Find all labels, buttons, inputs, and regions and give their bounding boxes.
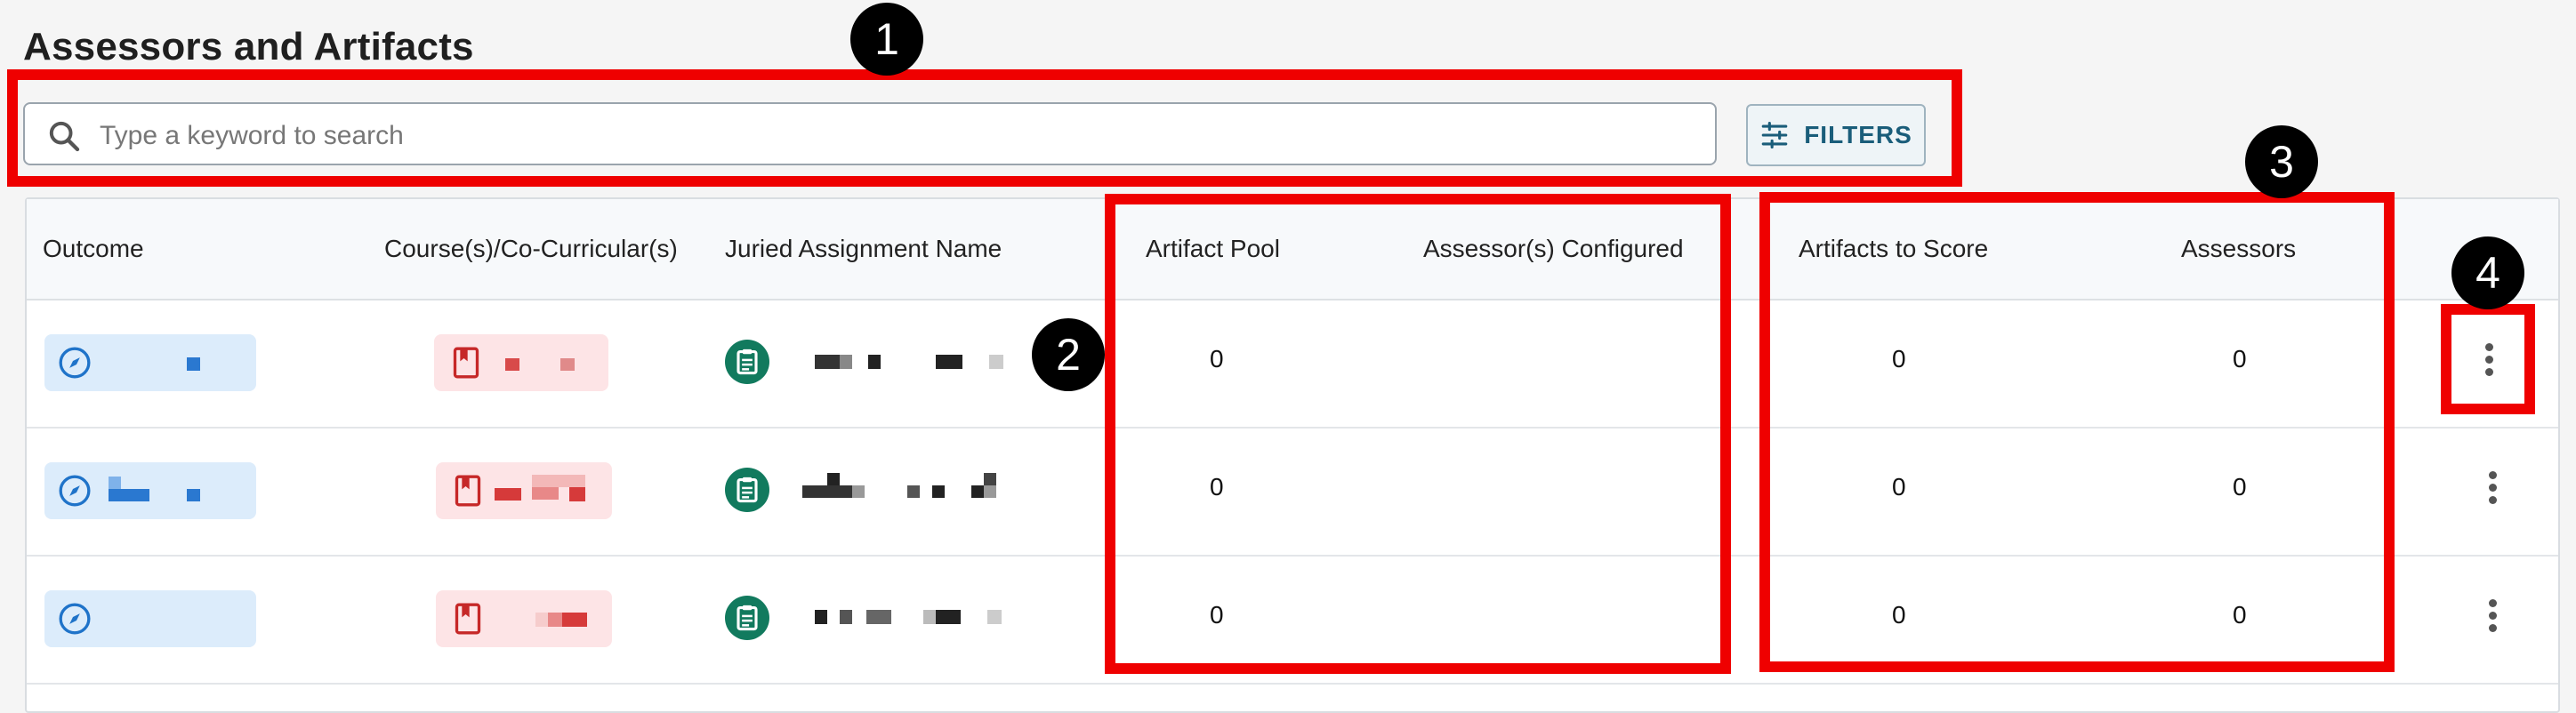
annotation-badge-3: 3	[2245, 125, 2318, 198]
redacted-block	[562, 613, 587, 627]
clipboard-icon	[725, 468, 769, 512]
clipboard-icon	[725, 596, 769, 640]
redacted-block	[187, 489, 200, 501]
page-title: Assessors and Artifacts	[23, 25, 474, 68]
more-vertical-icon[interactable]	[2483, 596, 2501, 640]
redacted-block	[548, 613, 562, 627]
redacted-block	[495, 488, 521, 501]
outcome-chip[interactable]	[44, 462, 256, 519]
course-chip[interactable]	[436, 590, 612, 647]
more-vertical-icon[interactable]	[2483, 468, 2501, 512]
compass-icon	[59, 475, 91, 507]
compass-icon	[59, 347, 91, 379]
redacted-block	[109, 477, 121, 489]
redacted-block	[569, 487, 585, 501]
header-outcome[interactable]: Outcome	[43, 235, 144, 263]
course-chip[interactable]	[436, 462, 612, 519]
redacted-block	[532, 487, 559, 500]
course-chip[interactable]	[434, 334, 608, 391]
redacted-block	[532, 475, 585, 487]
outcome-chip[interactable]	[44, 590, 256, 647]
clipboard-icon	[725, 340, 769, 384]
highlight-box-2	[1105, 194, 1731, 674]
redacted-block	[109, 489, 149, 501]
bookmark-book-icon	[455, 475, 481, 507]
annotation-badge-4: 4	[2451, 236, 2524, 309]
bookmark-book-icon	[453, 347, 479, 379]
highlight-box-3	[1759, 192, 2395, 672]
bookmark-book-icon	[455, 603, 481, 635]
header-courses[interactable]: Course(s)/Co-Curricular(s)	[384, 235, 678, 263]
outcome-chip[interactable]	[44, 334, 256, 391]
compass-icon	[59, 603, 91, 635]
annotation-badge-2: 2	[1032, 318, 1105, 391]
highlight-box-1	[7, 69, 1962, 187]
highlight-box-4	[2441, 304, 2535, 414]
annotation-badge-1: 1	[850, 3, 923, 76]
redacted-block	[560, 358, 575, 371]
header-assignment[interactable]: Juried Assignment Name	[725, 235, 1002, 263]
redacted-block	[187, 357, 200, 371]
redacted-block	[505, 358, 519, 371]
redacted-block	[535, 613, 548, 627]
